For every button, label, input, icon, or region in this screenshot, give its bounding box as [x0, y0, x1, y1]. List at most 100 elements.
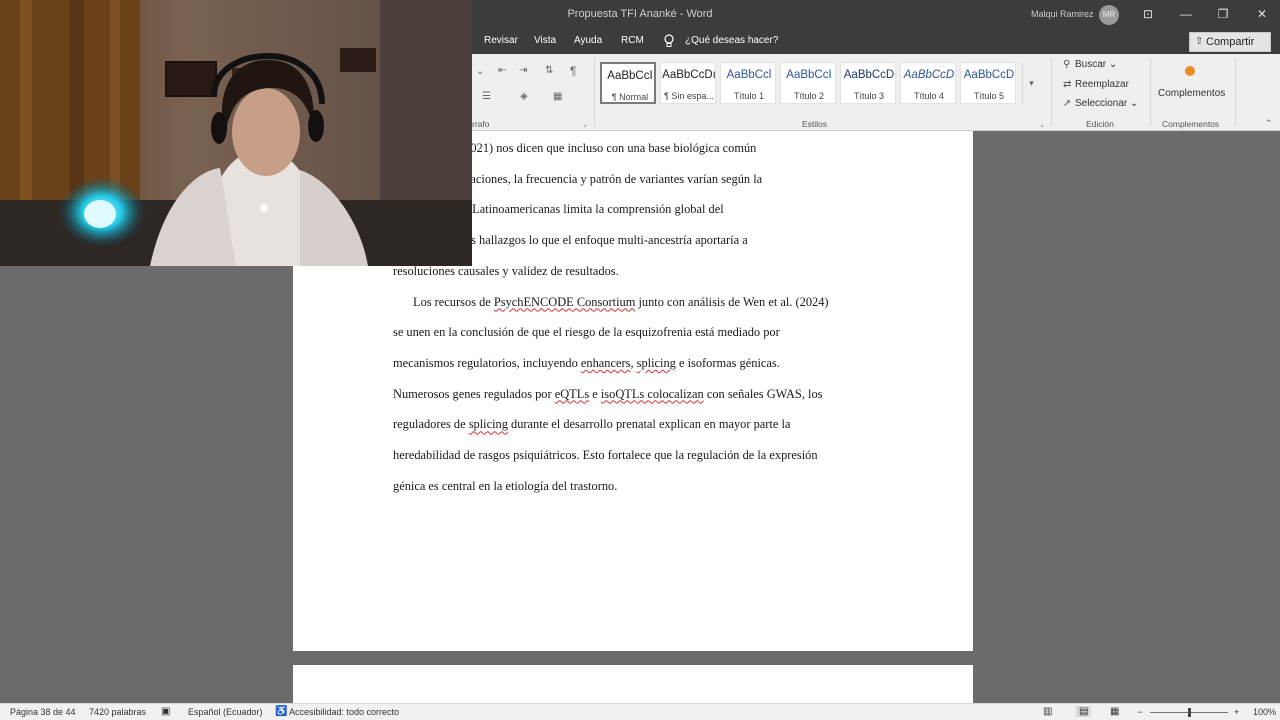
page-count[interactable]: Página 38 de 44	[10, 707, 76, 717]
spelling-flagged-word: eQTLs	[554, 386, 590, 401]
share-button[interactable]: ⇧ Compartir	[1189, 32, 1271, 52]
decrease-indent-icon[interactable]: ⇤	[498, 65, 506, 76]
collapse-ribbon-icon[interactable]: ⌃	[1265, 118, 1273, 129]
paragraph-group-label: rrafo	[472, 119, 490, 129]
text-run: e isoformas génicas.	[675, 355, 780, 370]
find-button[interactable]: ⚲ Buscar ⌄	[1063, 59, 1117, 70]
tab-revisar[interactable]: Revisar	[484, 35, 518, 46]
style-name: Título 5	[973, 91, 1004, 101]
style-tile[interactable]: AaBbCcl Título 1	[720, 62, 776, 104]
spelling-flagged-word: PsychENCODE Consortium	[493, 294, 636, 309]
text-run: durante el desarrollo prenatal explican …	[507, 417, 791, 432]
style-name: Título 3	[853, 91, 884, 101]
addins-button[interactable]: Complementos	[1158, 88, 1225, 99]
document-page-next[interactable]	[293, 665, 973, 705]
styles-dialog-launcher-icon[interactable]: ⌟	[1040, 119, 1044, 128]
text-run: Numerosos genes regulados por	[393, 386, 555, 401]
zoom-out-button[interactable]: −	[1137, 707, 1142, 717]
proofing-icon[interactable]: ▣	[161, 706, 170, 717]
document-line: reguladores de splicing durante el desar…	[393, 417, 790, 432]
print-layout-icon[interactable]: ▤	[1076, 706, 1092, 717]
text-run: Los recursos de	[413, 294, 494, 309]
style-preview: AaBbCcD	[843, 69, 895, 81]
style-preview: AaBbCcDı	[662, 69, 716, 81]
ribbon-separator	[1150, 58, 1151, 126]
share-label: Compartir	[1206, 36, 1255, 48]
styles-more-button[interactable]: ▾	[1022, 62, 1040, 104]
document-line: mecanismos regulatorios, incluyendo enha…	[393, 356, 780, 371]
style-name: Título 1	[733, 91, 764, 101]
document-line: resoluciones causales y validez de resul…	[393, 264, 619, 279]
styles-gallery: AaBbCcI ¶ Normal AaBbCcDı ¶ Sin espa... AaBb…	[600, 60, 1022, 106]
styles-group-label: Estilos	[802, 119, 828, 129]
replace-button[interactable]: ⇄ Reemplazar	[1063, 79, 1129, 90]
increase-indent-icon[interactable]: ⇥	[519, 65, 527, 76]
replace-icon: ⇄	[1063, 79, 1072, 90]
style-name: ¶ Normal	[611, 92, 649, 102]
document-line: se unen en la conclusión de que el riesg…	[393, 325, 780, 340]
spelling-flagged-word: splicing	[468, 417, 508, 432]
style-tile[interactable]: AaBbCcD Título 3	[840, 62, 896, 104]
show-formatting-icon[interactable]: ¶	[570, 64, 576, 78]
style-tile[interactable]: AaBbCcI Título 2	[780, 62, 836, 104]
minimize-button[interactable]: —	[1172, 4, 1200, 24]
editing-group-label: Edición	[1086, 119, 1114, 129]
style-name: Título 4	[913, 91, 944, 101]
text-run: heredabilidad de rasgos psiquiátricos. E…	[393, 448, 818, 462]
spelling-flagged-word: splicing	[636, 355, 676, 370]
language-indicator[interactable]: Español (Ecuador)	[188, 707, 263, 717]
style-tile[interactable]: AaBbCcI ¶ Normal	[600, 62, 656, 104]
document-line: Numerosos genes regulados por eQTLs e is…	[393, 387, 822, 402]
tab-ayuda[interactable]: Ayuda	[574, 35, 602, 46]
zoom-in-button[interactable]: +	[1234, 707, 1239, 717]
text-run: génica es central en la etiología del tr…	[393, 478, 618, 493]
addins-icon[interactable]	[1185, 66, 1195, 76]
style-preview: AaBbCcD	[903, 69, 955, 81]
accessibility-status[interactable]: Accesibilidad: todo correcto	[289, 707, 399, 717]
text-run: mecanismos regulatorios, incluyendo	[393, 355, 581, 370]
web-layout-icon[interactable]: ▦	[1110, 706, 1119, 717]
document-line: Los recursos de PsychENCODE Consortium j…	[413, 295, 829, 310]
chevron-down-icon: ⌄	[1130, 98, 1139, 109]
addins-group-label: Complementos	[1162, 119, 1220, 129]
shading-icon[interactable]: ◈	[520, 91, 528, 102]
borders-icon[interactable]: ▦	[553, 91, 562, 102]
style-preview: AaBbCcI	[786, 69, 832, 81]
zoom-level[interactable]: 100%	[1253, 707, 1276, 717]
ribbon-separator	[1235, 58, 1236, 126]
tab-vista[interactable]: Vista	[534, 35, 556, 46]
spelling-flagged-word: enhancers	[580, 355, 631, 370]
style-tile[interactable]: AaBbCcD Título 4	[900, 62, 956, 104]
user-name[interactable]: Malqui Ramirez	[1031, 9, 1094, 19]
webcam-feed-image	[0, 0, 472, 266]
share-icon: ⇧	[1195, 36, 1204, 47]
text-run: e	[589, 386, 601, 401]
restore-button[interactable]: ❐	[1209, 4, 1237, 24]
style-name: ¶ Sin espa...	[664, 91, 714, 101]
ribbon-display-options-button[interactable]: ⊡	[1134, 4, 1162, 24]
list-dropdown-icon[interactable]: ⌄	[476, 66, 484, 77]
text-run: se unen en la conclusión de que el riesg…	[393, 325, 780, 340]
document-line: heredabilidad de rasgos psiquiátricos. E…	[393, 448, 818, 463]
user-avatar[interactable]: MR	[1099, 5, 1119, 25]
style-tile[interactable]: AaBbCcDı ¶ Sin espa...	[660, 62, 716, 104]
text-run: reguladores de	[393, 417, 469, 432]
style-tile[interactable]: AaBbCcD Título 5	[960, 62, 1016, 104]
search-icon: ⚲	[1063, 59, 1071, 70]
accessibility-icon[interactable]: ♿	[275, 706, 287, 717]
spelling-flagged-word: isoQTLs colocalizan	[600, 386, 704, 401]
sort-icon[interactable]: ⇅	[545, 65, 553, 76]
close-button[interactable]: ✕	[1248, 4, 1276, 24]
paragraph-dialog-launcher-icon[interactable]: ⌟	[583, 119, 587, 128]
tab-rcm[interactable]: RCM	[621, 35, 644, 46]
select-button[interactable]: ➚ Seleccionar ⌄	[1063, 98, 1138, 109]
read-mode-icon[interactable]: ▥	[1043, 706, 1052, 717]
lightbulb-icon	[664, 34, 674, 47]
document-line: génica es central en la etiología del tr…	[393, 479, 617, 494]
style-preview: AaBbCcI	[607, 70, 653, 82]
zoom-slider-thumb[interactable]	[1188, 708, 1191, 717]
word-count[interactable]: 7420 palabras	[89, 707, 146, 717]
line-spacing-icon[interactable]: ☰	[482, 91, 491, 102]
text-run: junto con análisis de Wen et al. (2024)	[635, 294, 829, 309]
style-name: Título 2	[793, 91, 824, 101]
